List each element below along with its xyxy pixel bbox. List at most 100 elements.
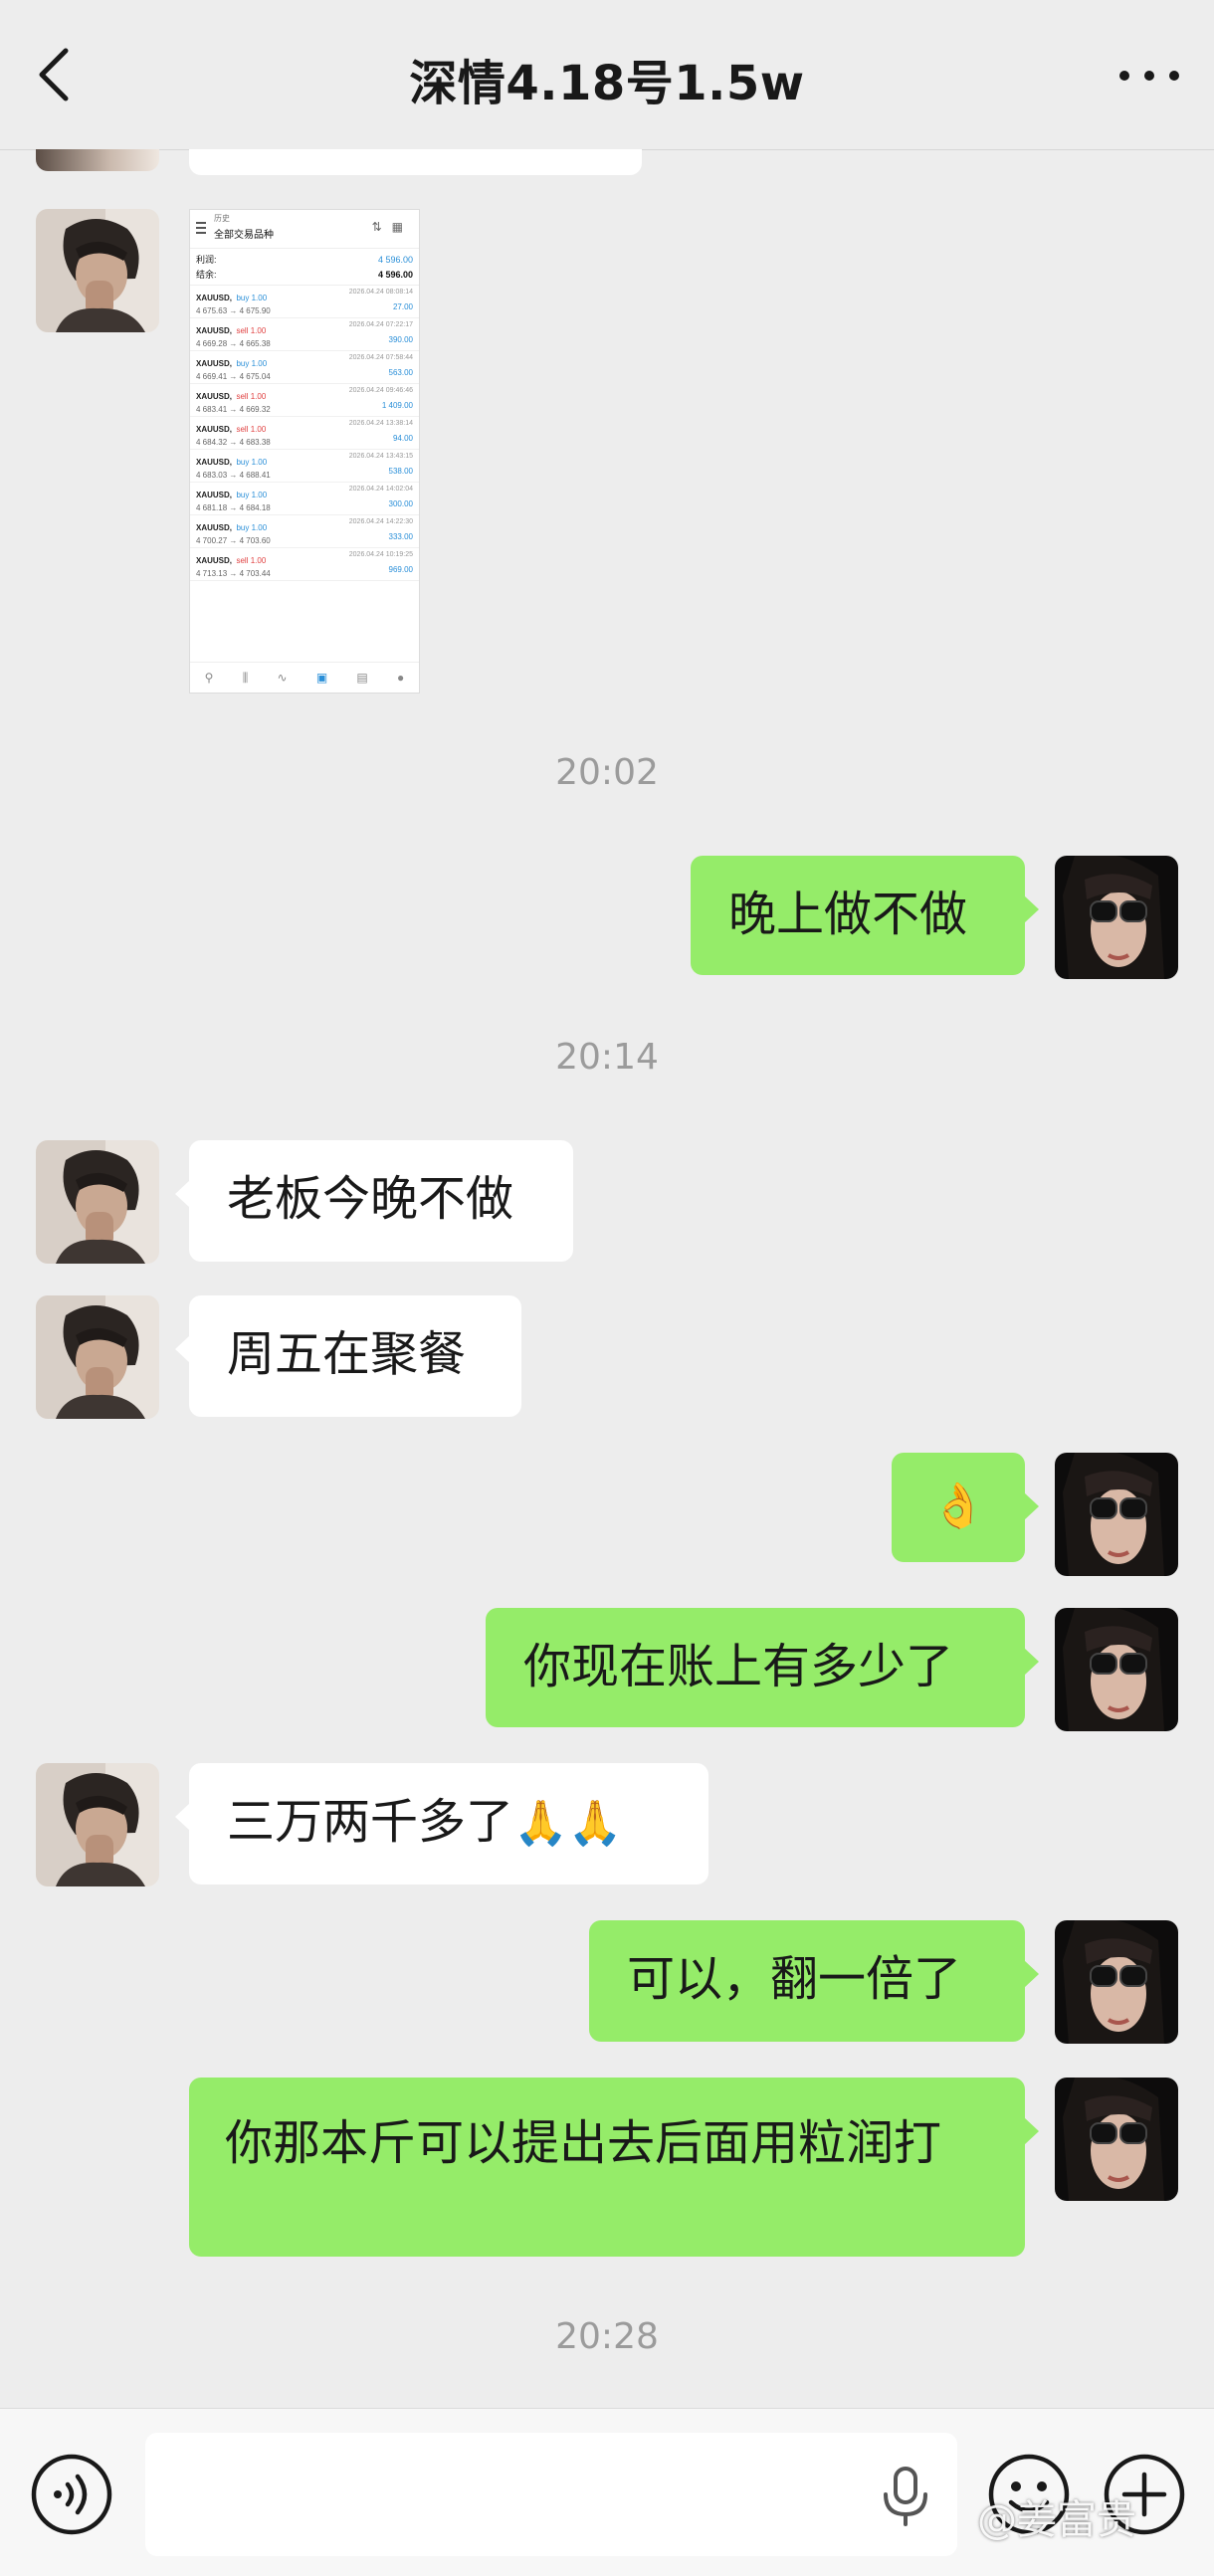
trade-profit: 300.00 (388, 499, 413, 508)
nav-icon: ⫼ (242, 670, 249, 685)
thumb-header-title: 全部交易品种 (214, 230, 274, 241)
mic-icon[interactable] (876, 2465, 935, 2528)
contact-avatar[interactable] (36, 1763, 159, 1886)
voice-icon[interactable] (30, 2453, 113, 2536)
contact-avatar[interactable] (36, 209, 159, 332)
trade-row: XAUUSD, sell 1.00 4 713.13 → 4 703.44 2026… (190, 548, 419, 581)
summary-value: 4 596.00 (377, 255, 413, 265)
trade-row: XAUUSD, buy 1.00 4 681.18 → 4 684.18 2026.… (190, 483, 419, 515)
partial-message-bubble[interactable] (189, 149, 642, 175)
nav-icon: ▣ (315, 671, 328, 685)
trade-prices: 4 675.63 → 4 675.90 (196, 306, 271, 315)
trade-profit: 27.00 (392, 302, 413, 311)
outgoing-message[interactable]: 晚上做不做 (691, 856, 1039, 975)
menu-icon (196, 222, 206, 234)
thumb-summary: 利润: 4 596.00 结余: 4 596.00 (190, 249, 419, 286)
trade-prices: 4 700.27 → 4 703.60 (196, 536, 271, 545)
trade-profit: 969.00 (388, 565, 413, 574)
summary-row: 结余: 4 596.00 (196, 268, 413, 283)
trade-profit: 94.00 (392, 434, 413, 443)
trade-date: 2026.04.24 07:58:44 (348, 354, 413, 361)
more-icon[interactable] (1114, 62, 1184, 90)
trade-prices: 4 683.03 → 4 688.41 (196, 471, 271, 480)
trade-prices: 4 684.32 → 4 683.38 (196, 438, 271, 447)
trade-side: buy 1.00 (236, 523, 268, 532)
chat-header: 深情4.18号1.5w (0, 0, 1214, 150)
trade-side: buy 1.00 (236, 458, 268, 467)
timestamp: 20:14 (555, 1037, 659, 1078)
trade-side: buy 1.00 (236, 294, 268, 302)
trade-history-screenshot[interactable]: 历史 全部交易品种 ⇅▦ 利润: 4 596.00 结余: 4 596.00 X… (189, 209, 420, 694)
ok-hand-emoji: 👌 (930, 1481, 986, 1531)
nav-icon: ∿ (277, 671, 288, 685)
incoming-message[interactable]: 周五在聚餐 (175, 1295, 521, 1417)
trade-date: 2026.04.24 08:08:14 (348, 289, 413, 296)
trade-side: sell 1.00 (236, 326, 267, 335)
summary-row: 利润: 4 596.00 (196, 253, 413, 268)
message-text: 三万两千多了 (227, 1794, 514, 1850)
timestamp: 20:28 (555, 2316, 659, 2357)
trade-date: 2026.04.24 07:22:17 (348, 321, 413, 328)
trade-date: 2026.04.24 14:22:30 (348, 518, 413, 525)
timestamp: 20:02 (555, 752, 659, 793)
outgoing-emoji-message[interactable]: 👌 (892, 1453, 1039, 1562)
thumb-header: 历史 全部交易品种 ⇅▦ (190, 210, 419, 249)
trade-profit: 333.00 (388, 532, 413, 541)
my-avatar[interactable] (1055, 856, 1178, 979)
trade-list: XAUUSD, buy 1.00 4 675.63 → 4 675.90 2026.… (190, 286, 419, 581)
my-avatar[interactable] (1055, 1453, 1178, 1576)
trade-profit: 563.00 (388, 368, 413, 377)
nav-icon: ● (397, 671, 405, 685)
summary-value: 4 596.00 (377, 270, 413, 280)
incoming-message[interactable]: 三万两千多了🙏🙏 (175, 1763, 708, 1884)
outgoing-message[interactable]: 你那本斤可以提出去后面用粒润打 (189, 2078, 1039, 2257)
partial-avatar (36, 149, 159, 171)
trade-prices: 4 669.28 → 4 665.38 (196, 339, 271, 348)
trade-profit: 538.00 (388, 467, 413, 476)
trade-profit: 1 409.00 (381, 401, 413, 410)
thumb-header-small: 历史 (214, 214, 230, 223)
trade-row: XAUUSD, sell 1.00 4 684.32 → 4 683.38 2026… (190, 417, 419, 450)
trade-symbol: XAUUSD, (196, 326, 233, 335)
nav-icon: ▤ (356, 671, 368, 685)
trade-date: 2026.04.24 14:02:04 (348, 486, 413, 493)
outgoing-message[interactable]: 你现在账上有多少了 (486, 1608, 1039, 1727)
trade-side: sell 1.00 (236, 392, 267, 401)
trade-symbol: XAUUSD, (196, 556, 233, 565)
my-avatar[interactable] (1055, 2078, 1178, 2201)
pray-emoji: 🙏🙏 (513, 1798, 623, 1849)
summary-label: 结余: (196, 270, 217, 280)
trade-prices: 4 681.18 → 4 684.18 (196, 503, 271, 512)
trade-symbol: XAUUSD, (196, 359, 233, 368)
trade-symbol: XAUUSD, (196, 392, 233, 401)
trade-row: XAUUSD, sell 1.00 4 683.41 → 4 669.32 2026… (190, 384, 419, 417)
nav-icon: ⚲ (204, 671, 214, 685)
trade-prices: 4 713.13 → 4 703.44 (196, 569, 271, 578)
my-avatar[interactable] (1055, 1920, 1178, 2044)
contact-avatar[interactable] (36, 1140, 159, 1264)
trade-side: sell 1.00 (236, 556, 267, 565)
trade-symbol: XAUUSD, (196, 425, 233, 434)
trade-date: 2026.04.24 13:43:15 (348, 453, 413, 460)
trade-row: XAUUSD, buy 1.00 4 669.41 → 4 675.04 2026.… (190, 351, 419, 384)
contact-avatar[interactable] (36, 1295, 159, 1419)
trade-row: XAUUSD, buy 1.00 4 700.27 → 4 703.60 2026.… (190, 515, 419, 548)
trade-row: XAUUSD, sell 1.00 4 669.28 → 4 665.38 2026… (190, 318, 419, 351)
incoming-message[interactable]: 老板今晚不做 (175, 1140, 573, 1262)
outgoing-message[interactable]: 可以，翻一倍了 (589, 1920, 1039, 2042)
trade-symbol: XAUUSD, (196, 491, 233, 499)
chat-title: 深情4.18号1.5w (409, 56, 805, 111)
trade-profit: 390.00 (388, 335, 413, 344)
trade-side: sell 1.00 (236, 425, 267, 434)
trade-date: 2026.04.24 09:46:46 (348, 387, 413, 394)
message-input[interactable] (145, 2433, 957, 2556)
trade-prices: 4 669.41 → 4 675.04 (196, 372, 271, 381)
trade-side: buy 1.00 (236, 359, 268, 368)
summary-label: 利润: (196, 255, 217, 265)
trade-prices: 4 683.41 → 4 669.32 (196, 405, 271, 414)
thumb-toolbar-icons: ⇅▦ (371, 220, 413, 234)
trade-date: 2026.04.24 10:19:25 (348, 551, 413, 558)
trade-date: 2026.04.24 13:38:14 (348, 420, 413, 427)
my-avatar[interactable] (1055, 1608, 1178, 1731)
watermark: @姜富贵 (977, 2497, 1136, 2543)
